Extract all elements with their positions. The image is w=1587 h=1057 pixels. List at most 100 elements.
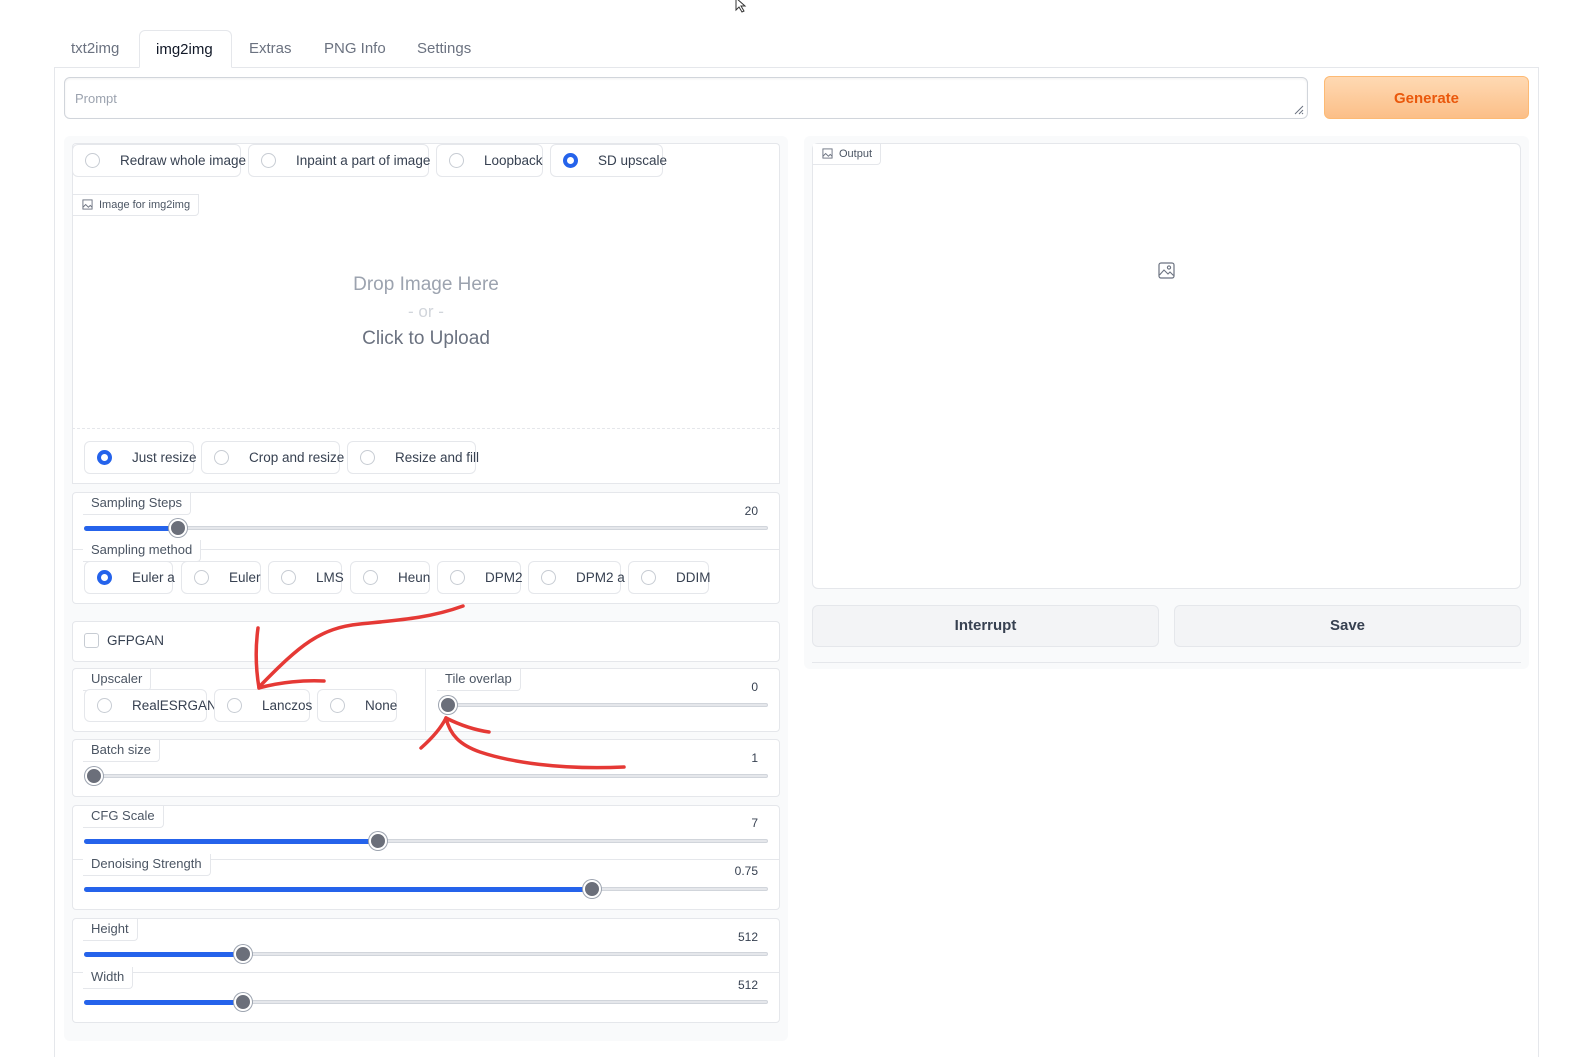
denoising-strength-value: 0.75 (734, 864, 758, 878)
width-fill (84, 1000, 243, 1005)
size-panel (72, 918, 780, 1023)
gfpgan-checkbox[interactable] (84, 633, 99, 648)
cfg-scale-label: CFG Scale (83, 806, 164, 828)
radio-label: Just resize (132, 450, 197, 465)
prompt-input[interactable]: Prompt (64, 77, 1308, 119)
mode-redraw-whole-image[interactable]: Redraw whole image (72, 144, 246, 177)
tab-txt2img[interactable]: txt2img (55, 30, 135, 68)
batch-size-label: Batch size (83, 740, 160, 762)
resize-crop-and-resize[interactable]: Crop and resize (201, 441, 344, 474)
mode-loopback[interactable]: Loopback (436, 144, 543, 177)
radio-icon (363, 570, 378, 585)
sampler-dpm2[interactable]: DPM2 (437, 561, 523, 594)
radio-icon (330, 698, 345, 713)
radio-icon (85, 153, 100, 168)
tab-img2img[interactable]: img2img (139, 30, 232, 68)
upscaler-realesrgan[interactable]: RealESRGAN (84, 689, 217, 722)
radio-icon (449, 153, 464, 168)
prompt-placeholder: Prompt (75, 91, 117, 106)
upscaler-label: Upscaler (83, 669, 152, 691)
generate-button[interactable]: Generate (1324, 76, 1529, 119)
tile-overlap-value: 0 (751, 680, 758, 694)
sampling-method-label: Sampling method (83, 540, 202, 562)
radio-icon (281, 570, 296, 585)
resize-grip-icon[interactable] (1292, 103, 1304, 115)
click-to-upload-text: Click to Upload (362, 328, 490, 349)
radio-icon (541, 570, 556, 585)
gfpgan-panel (72, 621, 780, 662)
radio-icon (261, 153, 276, 168)
tile-overlap-label: Tile overlap (437, 669, 521, 691)
image-input-label: Image for img2img (72, 194, 200, 216)
tab-extras[interactable]: Extras (233, 30, 308, 68)
width-value: 512 (737, 978, 758, 992)
cfg-scale-thumb[interactable] (369, 832, 387, 850)
upscaler-lanczos[interactable]: Lanczos (214, 689, 312, 722)
tab-png-info[interactable]: PNG Info (308, 30, 402, 68)
upscaler-none[interactable]: None (317, 689, 397, 722)
radio-label: LMS (316, 570, 344, 585)
image-icon (822, 148, 833, 159)
batch-size-track[interactable] (84, 774, 768, 778)
resize-and-fill[interactable]: Resize and fill (347, 441, 480, 474)
image-icon (82, 199, 93, 210)
height-fill (84, 952, 243, 957)
resize-just-resize[interactable]: Just resize (84, 441, 197, 474)
radio-label: Heun (398, 570, 431, 585)
radio-label: SD upscale (598, 153, 668, 168)
tab-settings[interactable]: Settings (401, 30, 487, 68)
radio-label: Resize and fill (395, 450, 480, 465)
sampling-steps-thumb[interactable] (169, 519, 187, 537)
sampling-steps-label: Sampling Steps (83, 493, 192, 515)
radio-label: Redraw whole image (120, 153, 247, 168)
mouse-cursor-icon (735, 0, 747, 13)
radio-icon (360, 450, 375, 465)
output-gallery (812, 143, 1521, 589)
mode-sd-upscale[interactable]: SD upscale (550, 144, 667, 177)
cfg-scale-value: 7 (751, 816, 758, 830)
radio-icon (97, 570, 112, 585)
sampler-dpm2-a[interactable]: DPM2 a (528, 561, 625, 594)
width-thumb[interactable] (234, 993, 252, 1011)
radio-label: DPM2 a (576, 570, 625, 585)
image-dropzone[interactable]: Drop Image Here - or - Click to Upload (72, 193, 780, 429)
output-label: Output (813, 144, 882, 165)
radio-label: Euler (229, 570, 261, 585)
mode-inpaint[interactable]: Inpaint a part of image (248, 144, 430, 177)
divider (812, 662, 1521, 663)
radio-label: DPM2 (485, 570, 523, 585)
radio-label: Euler a (132, 570, 175, 585)
cfg-scale-fill (84, 839, 378, 844)
drop-text: Drop Image Here (353, 274, 499, 295)
save-button[interactable]: Save (1174, 605, 1521, 647)
batch-size-value: 1 (751, 751, 758, 765)
output-label-text: Output (839, 148, 873, 160)
sampler-euler[interactable]: Euler (181, 561, 261, 594)
sampling-steps-value: 20 (744, 504, 758, 518)
gfpgan-label: GFPGAN (107, 633, 165, 648)
height-thumb[interactable] (234, 945, 252, 963)
width-label: Width (83, 967, 134, 989)
radio-label: Crop and resize (249, 450, 345, 465)
interrupt-button[interactable]: Interrupt (812, 605, 1159, 647)
radio-icon (97, 450, 112, 465)
divider (72, 972, 780, 973)
batch-size-thumb[interactable] (85, 767, 103, 785)
sampler-ddim[interactable]: DDIM (628, 561, 711, 594)
sampler-euler-a[interactable]: Euler a (84, 561, 175, 594)
radio-icon (641, 570, 656, 585)
radio-icon (227, 698, 242, 713)
image-input-label-text: Image for img2img (99, 199, 191, 211)
radio-icon (97, 698, 112, 713)
radio-icon (450, 570, 465, 585)
sampler-heun[interactable]: Heun (350, 561, 430, 594)
radio-label: RealESRGAN (132, 698, 217, 713)
sampling-steps-fill (84, 526, 178, 531)
tile-overlap-thumb[interactable] (439, 696, 457, 714)
radio-label: Loopback (484, 153, 543, 168)
height-value: 512 (737, 930, 758, 944)
sampler-lms[interactable]: LMS (268, 561, 344, 594)
tile-overlap-track[interactable] (439, 703, 768, 707)
denoising-strength-thumb[interactable] (583, 880, 601, 898)
denoising-strength-label: Denoising Strength (83, 854, 211, 876)
